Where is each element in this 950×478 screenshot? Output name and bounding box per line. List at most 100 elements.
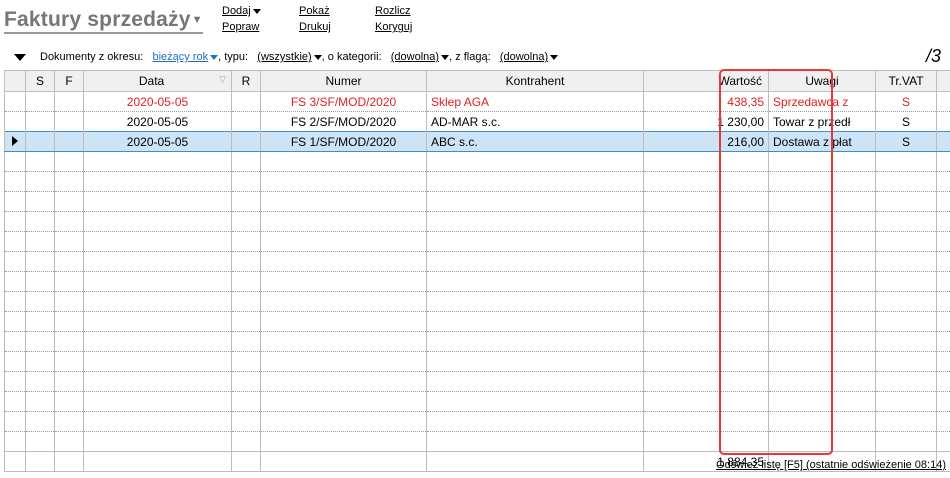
col-trvat[interactable]: Tr.VAT: [875, 70, 937, 92]
cell-data: [83, 211, 232, 232]
cell-kontrahent: [426, 171, 644, 192]
cell-r: [231, 431, 261, 452]
cell-r: [231, 411, 261, 432]
page-title-dropdown[interactable]: Faktury sprzedaży▼: [4, 8, 203, 35]
empty-row: [4, 251, 950, 272]
type-select[interactable]: (wszystkie): [257, 51, 322, 63]
cell-fw: [936, 331, 950, 352]
cell-s: [25, 431, 55, 452]
cell-kontrahent: AD-MAR s.c.: [426, 111, 644, 132]
cell-r: [231, 191, 261, 212]
empty-row: [4, 231, 950, 252]
cell-wartosc: [643, 291, 769, 312]
cell-fw: [936, 211, 950, 232]
row-marker: [4, 111, 26, 132]
cell-kontrahent: [426, 371, 644, 392]
popraw-link[interactable]: Popraw: [222, 21, 259, 33]
row-marker: [4, 391, 26, 412]
cell-wartosc: [643, 271, 769, 292]
cell-numer: [260, 271, 427, 292]
pokaz-link[interactable]: Pokaż: [299, 5, 330, 17]
cell-f: [54, 271, 84, 292]
drukuj-link[interactable]: Drukuj: [299, 21, 331, 33]
row-marker: [4, 271, 26, 292]
cell-f: [54, 251, 84, 272]
cell-data: [83, 271, 232, 292]
period-select[interactable]: bieżący rok: [153, 51, 219, 63]
col-f[interactable]: F: [54, 70, 84, 92]
cell-wartosc: [643, 151, 769, 172]
refresh-link[interactable]: Odśwież listę [F5] (ostatnie odświeżenie…: [716, 459, 946, 471]
cell-kontrahent: [426, 251, 644, 272]
empty-row: [4, 371, 950, 392]
cell-data: 2020-05-05: [83, 111, 232, 132]
cell-r: [231, 311, 261, 332]
category-value: (dowolna): [390, 51, 440, 63]
col-data-label: Data: [138, 74, 165, 88]
empty-row: [4, 331, 950, 352]
col-kontrahent[interactable]: Kontrahent: [426, 70, 644, 92]
cell-uwagi: [768, 151, 876, 172]
type-label: , typu:: [218, 51, 249, 63]
empty-row: [4, 271, 950, 292]
cell-fw: [936, 91, 950, 112]
empty-row: [4, 151, 950, 172]
cell-fw: [936, 191, 950, 212]
cell-fw: [936, 371, 950, 392]
chevron-down-icon: [441, 54, 450, 60]
cell-numer: FS 2/SF/MOD/2020: [260, 111, 427, 132]
col-fw[interactable]: FW: [936, 70, 950, 92]
cell-uwagi: Towar z przedł: [768, 111, 876, 132]
cell-kontrahent: [426, 231, 644, 252]
cell-wartosc: [643, 191, 769, 212]
empty-row: [4, 431, 950, 452]
col-numer[interactable]: Numer: [260, 70, 427, 92]
col-data[interactable]: Data ▽: [83, 70, 232, 92]
cell-uwagi: [768, 231, 876, 252]
koryguj-link[interactable]: Koryguj: [375, 21, 412, 33]
cell-s: [25, 231, 55, 252]
col-uwagi[interactable]: Uwagi: [768, 70, 876, 92]
flag-select[interactable]: (dowolna): [500, 51, 559, 63]
header-row: S F Data ▽ R Numer Kontrahent Wartość Uwa…: [4, 70, 950, 92]
cell-wartosc: [643, 311, 769, 332]
cell-fw: [936, 311, 950, 332]
cell-wartosc: 438,35: [643, 91, 769, 112]
cell-trvat: [875, 411, 937, 432]
cell-fw: [936, 351, 950, 372]
table-row[interactable]: 2020-05-05 FS 1/SF/MOD/2020 ABC s.c. 216,00…: [4, 131, 950, 152]
cell-numer: [260, 311, 427, 332]
cell-uwagi: [768, 291, 876, 312]
col-wartosc[interactable]: Wartość: [643, 70, 769, 92]
cell-f: [54, 411, 84, 432]
cell-numer: [260, 231, 427, 252]
cell-wartosc: [643, 231, 769, 252]
table-row[interactable]: 2020-05-05 FS 2/SF/MOD/2020 AD-MAR s.c. 1 2…: [4, 111, 950, 132]
rozlicz-link[interactable]: Rozlicz: [375, 5, 410, 17]
invoice-table: S F Data ▽ R Numer Kontrahent Wartość Uwa…: [4, 70, 950, 472]
cell-uwagi: [768, 351, 876, 372]
cell-wartosc: 1 230,00: [643, 111, 769, 132]
collapse-arrow-icon[interactable]: [14, 53, 26, 61]
table-row[interactable]: 2020-05-05 FS 3/SF/MOD/2020 Sklep AGA 438,3…: [4, 91, 950, 112]
cell-uwagi: Dostawa z płat: [768, 131, 876, 152]
cell-f: [54, 91, 84, 112]
cell-kontrahent: [426, 391, 644, 412]
cell-uwagi: [768, 211, 876, 232]
cell-trvat: [875, 251, 937, 272]
cell-uwagi: [768, 171, 876, 192]
category-select[interactable]: (dowolna): [390, 51, 450, 63]
cell-f: [54, 431, 84, 452]
type-value: (wszystkie): [257, 51, 312, 63]
col-r[interactable]: R: [231, 70, 261, 92]
cell-s: [25, 111, 55, 132]
cell-s: [25, 151, 55, 172]
cell-uwagi: [768, 411, 876, 432]
col-s[interactable]: S: [25, 70, 55, 92]
total-cell: [260, 451, 427, 472]
total-cell: [231, 451, 261, 472]
total-cell: [426, 451, 644, 472]
cell-wartosc: [643, 431, 769, 452]
dodaj-label: Dodaj: [222, 5, 251, 17]
dodaj-menu[interactable]: Dodaj: [222, 5, 261, 17]
